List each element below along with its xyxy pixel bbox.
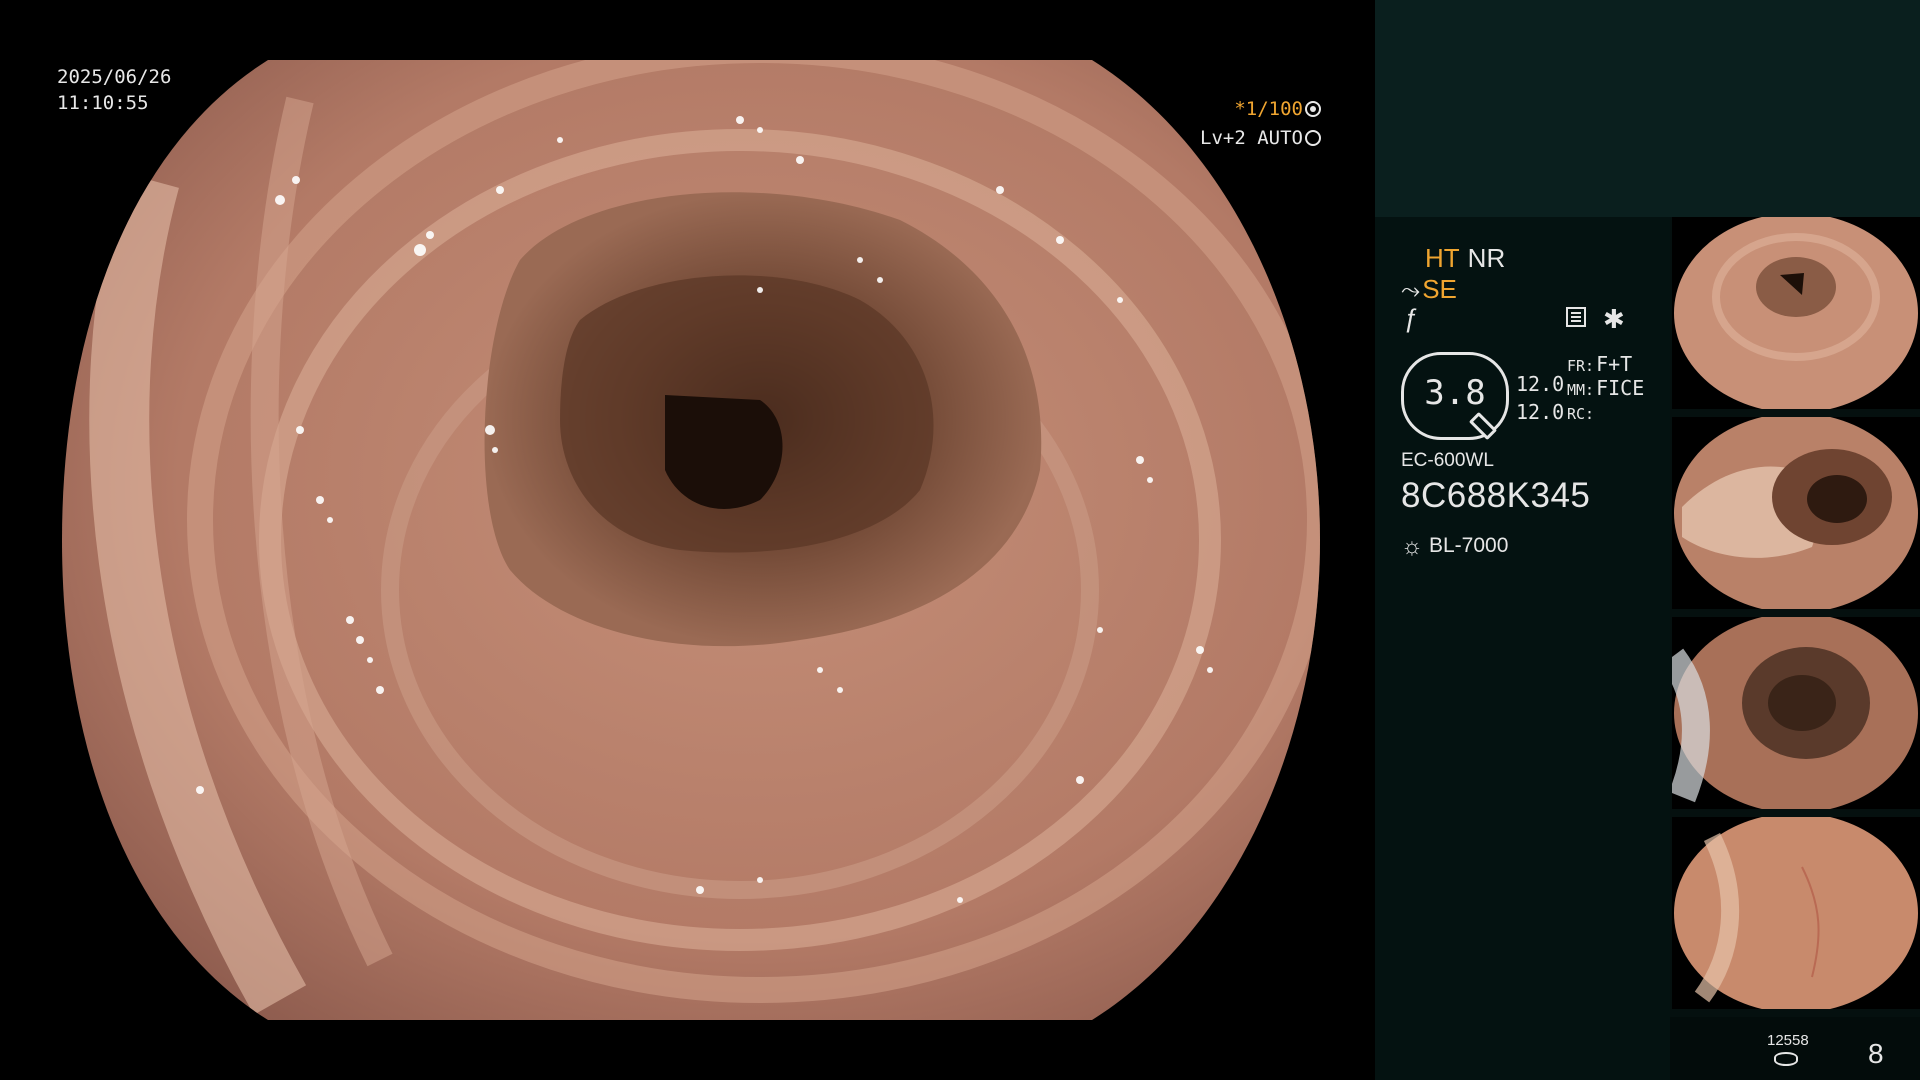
value-2-readout: 12.0 xyxy=(1516,400,1565,424)
se-indicator: ⤳SE xyxy=(1401,274,1457,305)
capture-count: 8 xyxy=(1868,1038,1884,1069)
freeze-icon: ƒ xyxy=(1403,303,1418,333)
panel-header-area xyxy=(1375,0,1920,217)
endoscope-live-view: 2025/06/26 11:10:55 *1/100 Lv+2 AUTO xyxy=(0,0,1375,1080)
time-text: 11:10:55 xyxy=(57,92,149,114)
menu-icon xyxy=(1566,307,1586,327)
iris-icon xyxy=(1305,130,1321,146)
date-text: 2025/06/26 xyxy=(57,66,172,88)
zoom-badge: 3.8 xyxy=(1401,352,1509,441)
ht-label: HT xyxy=(1425,243,1460,273)
value-1-readout: 12.0 xyxy=(1516,372,1565,396)
mm-setting: MM: FICE xyxy=(1567,376,1644,400)
scope-model: EC-600WL xyxy=(1401,450,1494,471)
light-source-readout: ☼ BL-7000 xyxy=(1401,533,1508,561)
thumbnail-3[interactable] xyxy=(1672,617,1920,809)
thumbnail-image xyxy=(1672,617,1920,809)
scope-serial: 8C688K345 xyxy=(1401,476,1591,515)
shutter-readout: *1/100 xyxy=(1234,98,1321,120)
fr-label: FR: xyxy=(1567,357,1595,375)
thumbnail-4[interactable] xyxy=(1672,817,1920,1009)
ht-nr-indicator: HT NR xyxy=(1425,243,1505,274)
thumbnail-image xyxy=(1672,217,1920,409)
thumbnail-1[interactable] xyxy=(1672,217,1920,409)
fr-setting: FR: F+T xyxy=(1567,352,1632,376)
settings-info-block xyxy=(1375,217,1670,1080)
light-source-icon: ☼ xyxy=(1401,533,1423,560)
thumbnail-image xyxy=(1672,817,1920,1009)
nr-label: NR xyxy=(1467,243,1506,273)
mm-label: MM: xyxy=(1567,381,1595,399)
iris-readout: Lv+2 AUTO xyxy=(1200,127,1321,149)
endoscope-image xyxy=(62,60,1320,1020)
iris-text: Lv+2 AUTO xyxy=(1200,127,1303,149)
mm-value: FICE xyxy=(1596,376,1645,400)
date-time-readout: 2025/06/26 11:10:55 xyxy=(57,64,171,116)
structure-icon: ⤳ xyxy=(1401,277,1421,304)
se-label: SE xyxy=(1422,274,1457,304)
zoom-value: 3.8 xyxy=(1424,373,1486,413)
shutter-speed-text: *1/100 xyxy=(1234,98,1303,120)
fr-value: F+T xyxy=(1596,352,1633,376)
thumbnail-2[interactable] xyxy=(1672,417,1920,609)
rc-setting: RC: xyxy=(1567,400,1596,424)
endoscopy-monitor: 2025/06/26 11:10:55 *1/100 Lv+2 AUTO HT N… xyxy=(0,0,1920,1080)
rc-label: RC: xyxy=(1567,405,1595,423)
storage-icon xyxy=(1774,1052,1798,1066)
thumbnail-image xyxy=(1672,417,1920,609)
light-source-text: BL-7000 xyxy=(1429,534,1509,557)
asterisk-indicator: ✱ xyxy=(1603,304,1625,334)
shutter-icon xyxy=(1305,101,1321,117)
image-count: 12558 xyxy=(1767,1032,1809,1049)
